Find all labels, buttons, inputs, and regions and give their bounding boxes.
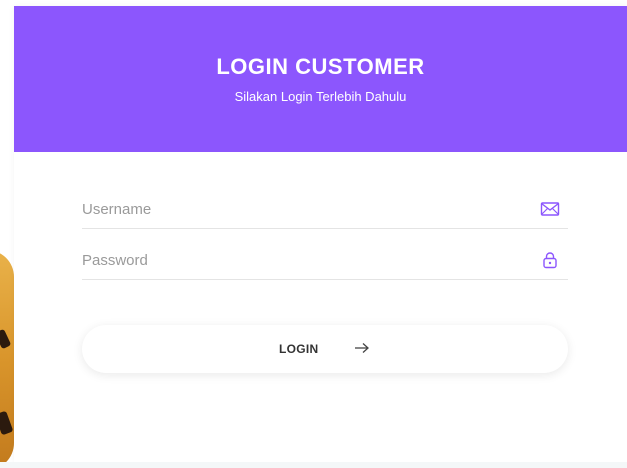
login-button-label: LOGIN (279, 342, 319, 356)
page-footer-strip (0, 462, 627, 468)
username-field (82, 192, 568, 229)
username-input[interactable] (82, 196, 522, 222)
login-card-header: LOGIN CUSTOMER Silakan Login Terlebih Da… (14, 6, 627, 152)
page-title: LOGIN CUSTOMER (216, 54, 425, 79)
login-page: LOGIN CUSTOMER Silakan Login Terlebih Da… (0, 0, 627, 468)
login-button[interactable]: LOGIN (82, 325, 568, 373)
password-field (82, 243, 568, 280)
lock-icon (543, 252, 557, 269)
login-card: LOGIN CUSTOMER Silakan Login Terlebih Da… (14, 6, 627, 462)
arrow-right-icon (355, 343, 369, 353)
background-photo (0, 0, 14, 468)
background-photo-shape (0, 250, 14, 468)
page-subtitle: Silakan Login Terlebih Dahulu (234, 89, 407, 104)
password-input[interactable] (82, 247, 522, 273)
envelope-icon (540, 202, 560, 216)
